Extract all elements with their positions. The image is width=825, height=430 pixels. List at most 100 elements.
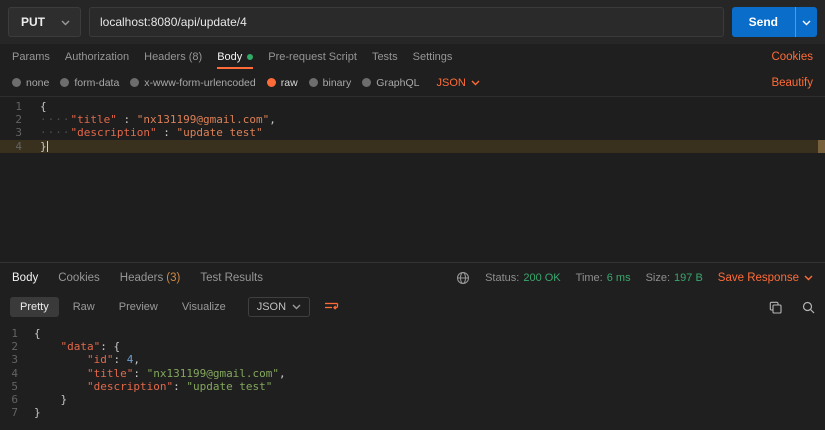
send-options-button[interactable] — [795, 7, 817, 37]
size-badge: Size: 197 B — [646, 272, 703, 284]
method-label: PUT — [21, 15, 45, 29]
code-line[interactable]: 2 "data": { — [0, 340, 825, 353]
line-number: 4 — [15, 139, 22, 153]
line-number: 2 — [15, 113, 22, 127]
line-number: 3 — [11, 353, 18, 367]
request-tabs: Params Authorization Headers (8) Body Pr… — [0, 44, 825, 69]
size-label: Size: — [645, 271, 671, 284]
request-language-label: JSON — [436, 76, 466, 89]
beautify-link[interactable]: Beautify — [771, 77, 813, 89]
chevron-down-icon — [61, 15, 70, 29]
body-type-form-data-label: form-data — [74, 76, 120, 89]
tab-tests[interactable]: Tests — [372, 44, 398, 69]
chevron-down-icon — [292, 301, 301, 313]
time-value: 6 ms — [606, 271, 631, 284]
search-icon[interactable] — [802, 301, 815, 314]
response-body-viewer[interactable]: 1{2 "data": {3 "id": 4, 4 "title": "nx131… — [0, 322, 825, 430]
tab-settings[interactable]: Settings — [413, 44, 453, 69]
body-type-binary[interactable]: binary — [308, 77, 351, 89]
time-badge: Time: 6 ms — [576, 272, 631, 284]
code-line[interactable]: 3 ····"description" : "update test" — [0, 126, 825, 139]
view-visualize-button[interactable]: Visualize — [172, 297, 236, 317]
body-type-raw[interactable]: raw — [266, 76, 298, 89]
body-type-none[interactable]: none — [12, 77, 49, 89]
status-label: Status: — [485, 271, 520, 284]
code-line-content: { — [34, 327, 41, 340]
send-button[interactable]: Send — [731, 7, 795, 37]
response-tab-test-results[interactable]: Test Results — [200, 272, 263, 284]
body-present-dot — [247, 53, 254, 60]
code-line-content: "data": { — [60, 340, 121, 354]
line-number: 5 — [11, 379, 18, 393]
save-response-button[interactable]: Save Response — [718, 272, 813, 284]
code-line-content: } — [34, 406, 41, 420]
request-language-dropdown[interactable]: JSON — [436, 76, 480, 89]
url-input[interactable] — [89, 7, 724, 37]
body-type-urlencoded-label: x-www-form-urlencoded — [144, 76, 256, 89]
radio-icon — [362, 78, 372, 87]
request-body-editor[interactable]: 1{2 ····"title" : "nx131199@gmail.com", 3 ·… — [0, 96, 825, 262]
body-type-graphql[interactable]: GraphQL — [362, 77, 419, 89]
view-raw-button[interactable]: Raw — [63, 297, 105, 317]
response-tab-body[interactable]: Body — [12, 272, 38, 284]
request-code: 1{2 ····"title" : "nx131199@gmail.com", 3 ·… — [0, 100, 825, 153]
view-preview-button[interactable]: Preview — [109, 297, 168, 317]
code-line[interactable]: 6 } — [0, 393, 825, 406]
response-headers-count: (3) — [166, 271, 181, 284]
response-section-header: Body Cookies Headers (3) Test Results St… — [0, 262, 825, 292]
code-line-content: ····"title" : "nx131199@gmail.com", — [40, 113, 276, 127]
tab-params[interactable]: Params — [12, 44, 50, 69]
save-response-label: Save Response — [717, 271, 799, 284]
response-language-label: JSON — [256, 301, 287, 313]
send-split-button: Send — [731, 7, 817, 37]
status-value: 200 OK — [523, 271, 561, 284]
tab-pre-request-script[interactable]: Pre-request Script — [268, 44, 357, 69]
body-type-none-label: none — [26, 76, 50, 89]
body-type-row: none form-data x-www-form-urlencoded raw… — [0, 69, 825, 96]
time-label: Time: — [575, 271, 603, 284]
cookies-link[interactable]: Cookies — [771, 44, 813, 69]
request-url-bar: PUT Send — [0, 0, 825, 44]
code-line[interactable]: 4} — [0, 139, 825, 153]
response-code: 1{2 "data": {3 "id": 4, 4 "title": "nx131… — [0, 327, 825, 419]
code-line[interactable]: 7} — [0, 406, 825, 419]
code-line[interactable]: 4 "title": "nx131199@gmail.com", — [0, 367, 825, 380]
code-line-content: } — [60, 392, 68, 406]
method-dropdown[interactable]: PUT — [8, 7, 81, 37]
code-line[interactable]: 5 "description": "update test" — [0, 380, 825, 393]
code-line[interactable]: 1{ — [0, 100, 825, 113]
body-type-form-data[interactable]: form-data — [60, 77, 119, 89]
code-line-content: ····"description" : "update test" — [40, 126, 263, 140]
line-number: 2 — [11, 340, 18, 354]
status-badge: Status: 200 OK — [485, 272, 561, 284]
size-value: 197 B — [674, 271, 703, 284]
body-type-raw-label: raw — [280, 76, 298, 89]
radio-selected-icon — [266, 78, 276, 87]
code-line[interactable]: 1{ — [0, 327, 825, 340]
line-number: 6 — [11, 392, 18, 406]
view-pretty-button[interactable]: Pretty — [10, 297, 59, 317]
tab-body-label: Body — [217, 50, 243, 63]
editor-scrollbar-thumb[interactable] — [818, 140, 825, 153]
code-line[interactable]: 2 ····"title" : "nx131199@gmail.com", — [0, 113, 825, 126]
response-language-dropdown[interactable]: JSON — [247, 297, 311, 317]
code-line[interactable]: 3 "id": 4, — [0, 353, 825, 366]
line-number: 1 — [15, 100, 22, 113]
tab-body[interactable]: Body — [217, 44, 254, 69]
line-number: 1 — [11, 327, 18, 340]
code-line-content: "title": "nx131199@gmail.com", — [86, 366, 286, 380]
globe-icon[interactable] — [456, 271, 470, 285]
copy-icon[interactable] — [769, 301, 782, 314]
line-number: 4 — [11, 366, 18, 380]
body-type-graphql-label: GraphQL — [376, 76, 420, 89]
response-meta: Status: 200 OK Time: 6 ms Size: 197 B Sa… — [456, 271, 813, 285]
response-tab-cookies[interactable]: Cookies — [58, 272, 100, 284]
radio-icon — [308, 78, 318, 87]
chevron-down-icon — [804, 272, 813, 284]
response-tab-headers[interactable]: Headers (3) — [120, 272, 181, 284]
tab-authorization[interactable]: Authorization — [65, 44, 129, 69]
tab-headers[interactable]: Headers (8) — [144, 44, 202, 69]
radio-icon — [130, 78, 140, 87]
body-type-urlencoded[interactable]: x-www-form-urlencoded — [130, 76, 256, 89]
wrap-text-icon[interactable] — [324, 301, 339, 313]
